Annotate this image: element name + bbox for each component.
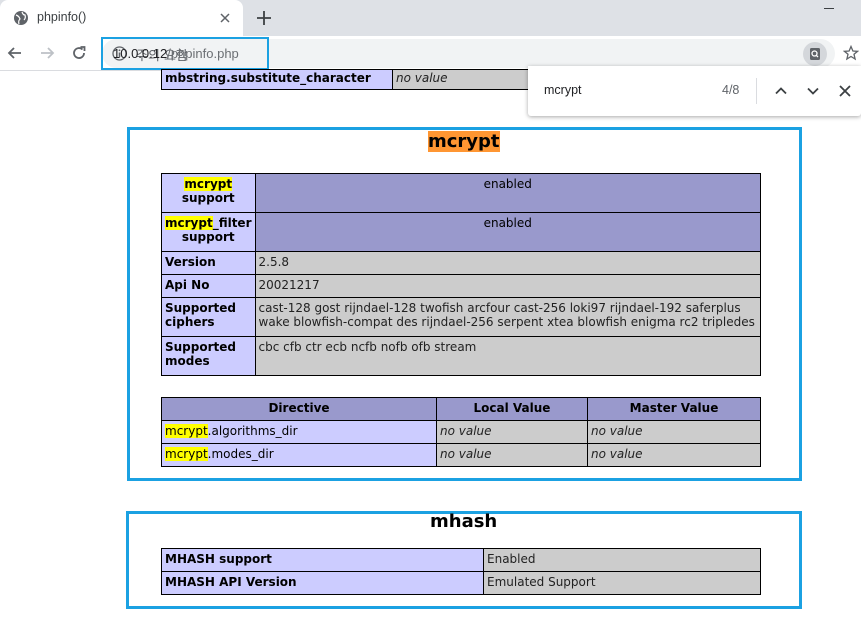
- mcrypt-directives-table: Directive Local Value Master Value mcryp…: [161, 397, 761, 467]
- local-value: no value: [436, 420, 588, 444]
- address-bar-url[interactable]: 10.0.0.12/phpinfo.php: [101, 37, 269, 70]
- api-no-value: 20021217: [254, 274, 761, 298]
- table-row: Supported modes cbc cfb ctr ecb ncfb nof…: [161, 336, 761, 376]
- find-input[interactable]: mcrypt: [544, 83, 582, 97]
- section-title-mcrypt: mcrypt: [428, 131, 500, 152]
- master-value: no value: [587, 443, 761, 467]
- directive-name: mcrypt.algorithms_dir: [161, 420, 437, 444]
- mcrypt-filter-support-label: mcrypt_filter support: [161, 212, 256, 252]
- table-row: mcrypt_filter support enabled: [161, 212, 761, 252]
- back-icon[interactable]: [6, 44, 24, 62]
- mhash-api-version-value: Emulated Support: [483, 571, 761, 595]
- bookmark-star-icon[interactable]: [843, 45, 859, 61]
- tab-title: phpinfo(): [37, 10, 87, 24]
- tab-strip: phpinfo(): [0, 0, 861, 36]
- forward-icon[interactable]: [38, 44, 56, 62]
- local-value: no value: [436, 443, 588, 467]
- mcrypt-support-value: enabled: [254, 173, 761, 213]
- find-bar: mcrypt 4/8: [528, 66, 861, 116]
- url-host: 10.0.0.12: [113, 46, 168, 61]
- directive-header: Directive: [161, 397, 437, 421]
- master-value: no value: [587, 420, 761, 444]
- directive-name: mcrypt.modes_dir: [161, 443, 437, 467]
- table-row: Version 2.5.8: [161, 251, 761, 275]
- mhash-support-value: Enabled: [483, 548, 761, 572]
- table-row: Api No 20021217: [161, 274, 761, 298]
- section-title-mhash: mhash: [430, 511, 498, 532]
- browser-tab[interactable]: phpinfo(): [0, 0, 243, 36]
- mhash-api-version-label: MHASH API Version: [161, 571, 484, 595]
- mcrypt-filter-support-value: enabled: [254, 212, 761, 252]
- local-value-header: Local Value: [436, 397, 588, 421]
- minimize-icon[interactable]: [824, 8, 834, 9]
- new-tab-icon[interactable]: [255, 9, 273, 27]
- table-row: mcrypt.algorithms_dir no value no value: [161, 420, 761, 444]
- mhash-support-label: MHASH support: [161, 548, 484, 572]
- table-row: Supported ciphers cast-128 gost rijndael…: [161, 297, 761, 337]
- search-page-icon[interactable]: [803, 42, 827, 66]
- supported-ciphers-label: Supported ciphers: [161, 297, 256, 337]
- api-no-label: Api No: [161, 274, 256, 298]
- supported-modes-value: cbc cfb ctr ecb ncfb nofb ofb stream: [254, 336, 761, 376]
- find-divider: [756, 78, 757, 104]
- supported-ciphers-value: cast-128 gost rijndael-128 twofish arcfo…: [254, 297, 761, 337]
- find-next-icon[interactable]: [804, 82, 822, 100]
- table-row: MHASH support Enabled: [161, 548, 761, 572]
- table-row: MHASH API Version Emulated Support: [161, 571, 761, 595]
- mcrypt-support-label: mcrypt support: [161, 173, 256, 213]
- version-label: Version: [161, 251, 256, 275]
- page-content: mbstring.substitute_character no value m…: [0, 69, 861, 623]
- close-tab-icon[interactable]: [217, 10, 233, 26]
- find-match-count: 4/8: [722, 83, 740, 97]
- url-path: /phpinfo.php: [167, 46, 239, 61]
- reload-icon[interactable]: [70, 44, 88, 62]
- table-row: mcrypt support enabled: [161, 173, 761, 213]
- directive-label: mbstring.substitute_character: [161, 69, 393, 90]
- table-row: mcrypt.modes_dir no value no value: [161, 443, 761, 467]
- version-value: 2.5.8: [254, 251, 761, 275]
- find-previous-icon[interactable]: [772, 82, 790, 100]
- supported-modes-label: Supported modes: [161, 336, 256, 376]
- find-close-icon[interactable]: [836, 82, 854, 100]
- master-value-header: Master Value: [587, 397, 761, 421]
- globe-icon: [14, 11, 28, 25]
- mhash-info-table: MHASH support Enabled MHASH API Version …: [161, 548, 761, 595]
- mcrypt-info-table: mcrypt support enabled mcrypt_filter sup…: [161, 173, 761, 376]
- table-header-row: Directive Local Value Master Value: [161, 397, 761, 421]
